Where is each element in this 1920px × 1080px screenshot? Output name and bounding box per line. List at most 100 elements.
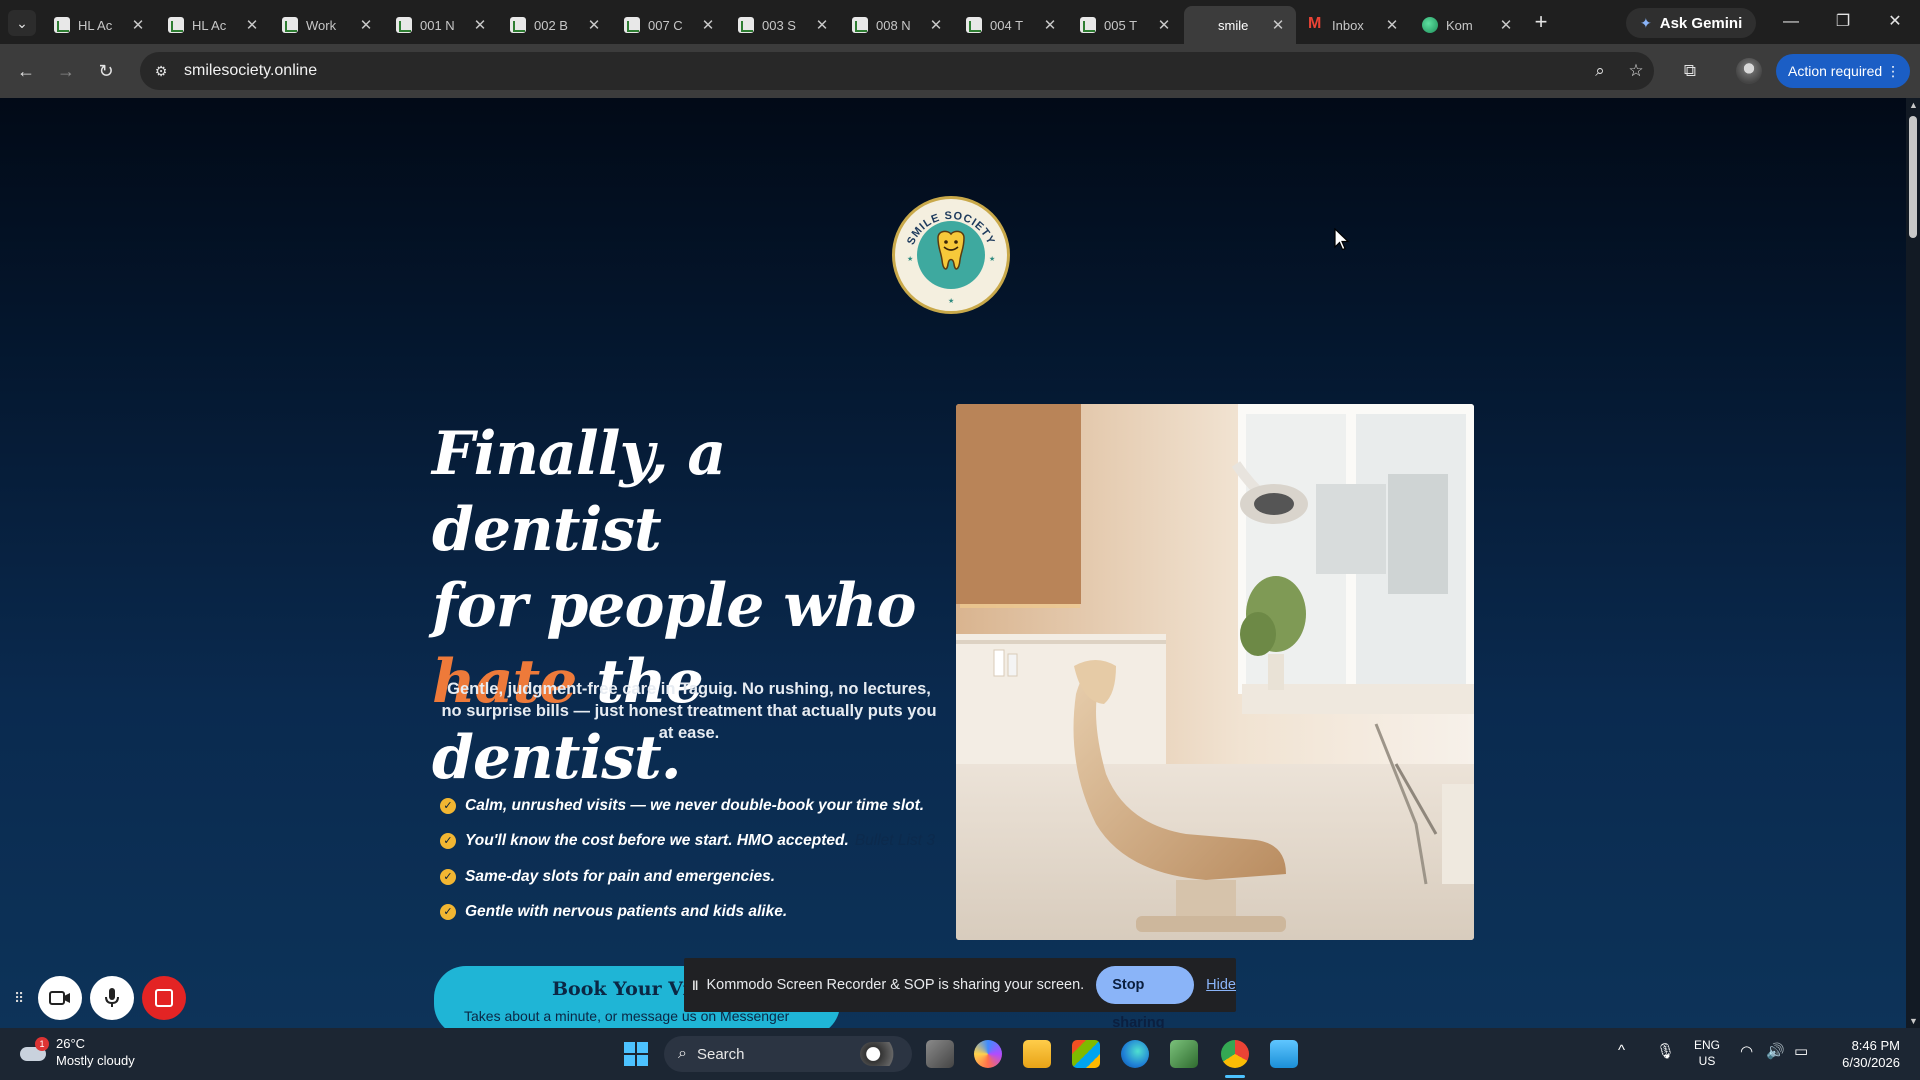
browser-tab[interactable]: 002 B ✕ (500, 6, 612, 44)
microphone-tray-icon[interactable]: 🎙 (1656, 1042, 1675, 1060)
sheets-icon (54, 17, 70, 33)
browser-tab[interactable]: HL Ac ✕ (158, 6, 270, 44)
restore-button[interactable]: ❐ (1820, 8, 1866, 36)
benefit-text: You'll know the cost before we start. HM… (465, 832, 849, 850)
sheets-icon (282, 17, 298, 33)
benefit-text: Calm, unrushed visits — we never double-… (465, 796, 925, 814)
kebab-menu-icon[interactable]: ⋮ (1886, 54, 1900, 88)
microphone-icon (105, 988, 119, 1007)
tab-title: Inbox (1332, 17, 1364, 33)
check-circle-icon: ✓ (440, 868, 456, 885)
browser-tab[interactable]: 005 T ✕ (1070, 6, 1182, 44)
stop-recording-button[interactable] (142, 976, 186, 1020)
url-text[interactable]: smilesociety.online (184, 62, 1582, 80)
tab-title: Work (306, 17, 337, 33)
task-view-icon[interactable] (926, 1040, 954, 1068)
sharing-message: Kommodo Screen Recorder & SOP is sharing… (706, 977, 1085, 993)
browser-tab[interactable]: 007 C ✕ (614, 6, 726, 44)
close-tab-icon[interactable]: ✕ (1496, 16, 1516, 34)
close-tab-icon[interactable]: ✕ (1040, 16, 1060, 34)
browser-tab[interactable]: Work ✕ (272, 6, 384, 44)
profile-avatar[interactable] (1736, 58, 1762, 84)
zoom-icon[interactable]: ⌕ (1582, 61, 1618, 81)
tab-title: smile (1218, 17, 1249, 33)
browser-tab[interactable]: 003 S ✕ (728, 6, 840, 44)
scrollbar-thumb[interactable] (1909, 116, 1917, 238)
bookmark-star-icon[interactable]: ☆ (1618, 61, 1654, 81)
ask-gemini-label: Ask Gemini (1659, 14, 1743, 32)
close-tab-icon[interactable]: ✕ (584, 16, 604, 34)
browser-tab[interactable]: Kom ✕ (1412, 6, 1524, 44)
microphone-toggle-button[interactable] (90, 976, 134, 1020)
sheets-icon (510, 17, 526, 33)
kommodo-icon (1422, 17, 1438, 33)
cloudy-weather-icon: 1 (18, 1037, 49, 1065)
browser-tab[interactable]: HL Ac ✕ (44, 6, 156, 44)
browser-tab[interactable]: 004 T ✕ (956, 6, 1068, 44)
reload-button[interactable]: ↻ (92, 57, 120, 85)
browser-tab[interactable]: 001 N ✕ (386, 6, 498, 44)
file-explorer-icon[interactable] (1023, 1040, 1051, 1068)
page-scrollbar[interactable]: ▲ ▼ (1906, 98, 1920, 1028)
system-clock[interactable]: 8:46 PM 6/30/2026 (1834, 1037, 1900, 1071)
extensions-puzzle-icon[interactable]: ⧉ (1676, 57, 1704, 85)
grip-dots-icon[interactable]: ⠿ (14, 990, 30, 1007)
arrow-left-icon: ← (17, 61, 35, 81)
scroll-up-arrow-icon[interactable]: ▲ (1909, 100, 1918, 110)
region-code: US (1698, 1054, 1716, 1068)
forward-button[interactable]: → (52, 57, 80, 85)
volume-icon[interactable]: 🔊 (1766, 1042, 1785, 1060)
browser-tab[interactable]: 008 N ✕ (842, 6, 954, 44)
close-tab-icon[interactable]: ✕ (242, 16, 262, 34)
close-tab-icon[interactable]: ✕ (698, 16, 718, 34)
microsoft-store-icon[interactable] (1072, 1040, 1100, 1068)
close-tab-icon[interactable]: ✕ (128, 16, 148, 34)
minimize-button[interactable]: — (1768, 8, 1814, 36)
close-tab-icon[interactable]: ✕ (926, 16, 946, 34)
back-button[interactable]: ← (12, 57, 40, 85)
scroll-down-arrow-icon[interactable]: ▼ (1909, 1016, 1918, 1026)
close-window-button[interactable]: ✕ (1872, 8, 1918, 36)
wifi-icon[interactable]: ◠ (1740, 1042, 1753, 1060)
show-hidden-icons-chevron-icon[interactable]: ^ (1618, 1042, 1625, 1059)
site-settings-icon[interactable]: ⚙ (146, 63, 176, 80)
sheets-icon (396, 17, 412, 33)
action-required-button[interactable]: Action required ⋮ (1776, 54, 1911, 88)
headline-line-1: Finally, a dentist (432, 419, 726, 565)
browser-tab[interactable]: smile ✕ (1184, 6, 1296, 44)
gmail-icon (1308, 15, 1324, 33)
benefit-text: Same-day slots for pain and emergencies. (465, 867, 776, 885)
close-tab-icon[interactable]: ✕ (1382, 16, 1402, 34)
address-bar[interactable]: ⚙ smilesociety.online ⌕ ☆ (140, 52, 1654, 90)
stop-sharing-button[interactable]: Stop sharing (1096, 966, 1195, 1028)
close-tab-icon[interactable]: ✕ (1154, 16, 1174, 34)
app-icon-green[interactable] (1170, 1040, 1198, 1068)
battery-icon[interactable]: ▭ (1794, 1042, 1808, 1060)
input-language-indicator[interactable]: ENG US (1694, 1037, 1720, 1069)
hide-sharing-bar-link[interactable]: Hide (1206, 977, 1236, 993)
copilot-icon[interactable] (974, 1040, 1002, 1068)
close-tab-icon[interactable]: ✕ (812, 16, 832, 34)
book-visit-label: Book Your Vis (552, 978, 701, 1000)
weather-widget[interactable]: 1 26°C Mostly cloudy (18, 1035, 135, 1069)
benefit-item: ✓ You'll know the cost before we start. H… (440, 824, 960, 860)
tab-search-menu-button[interactable]: ⌄ (8, 10, 36, 36)
page-viewport: SMILE SOCIETY ★ ★ ★ Finally, a dentist f… (0, 98, 1906, 1028)
drag-handle-icon[interactable]: ‖ (692, 978, 698, 993)
ask-gemini-button[interactable]: ✦ Ask Gemini (1626, 8, 1757, 38)
windows-start-icon[interactable] (624, 1042, 648, 1066)
close-tab-icon[interactable]: ✕ (1268, 16, 1288, 34)
taskbar-search[interactable]: ⌕ Search (664, 1036, 912, 1072)
edge-browser-icon[interactable] (1121, 1040, 1149, 1068)
browser-tab[interactable]: Inbox ✕ (1298, 6, 1410, 44)
smile-society-logo[interactable]: SMILE SOCIETY ★ ★ ★ (892, 196, 1010, 314)
chrome-icon[interactable] (1221, 1040, 1249, 1068)
benefit-text: Gentle with nervous patients and kids al… (465, 903, 788, 921)
close-tab-icon[interactable]: ✕ (470, 16, 490, 34)
dental-clinic-photo (956, 404, 1474, 940)
new-tab-button[interactable]: + (1528, 10, 1554, 36)
camera-toggle-button[interactable] (38, 976, 82, 1020)
mouse-cursor-icon (1334, 228, 1350, 251)
close-tab-icon[interactable]: ✕ (356, 16, 376, 34)
notepad-icon[interactable] (1270, 1040, 1298, 1068)
